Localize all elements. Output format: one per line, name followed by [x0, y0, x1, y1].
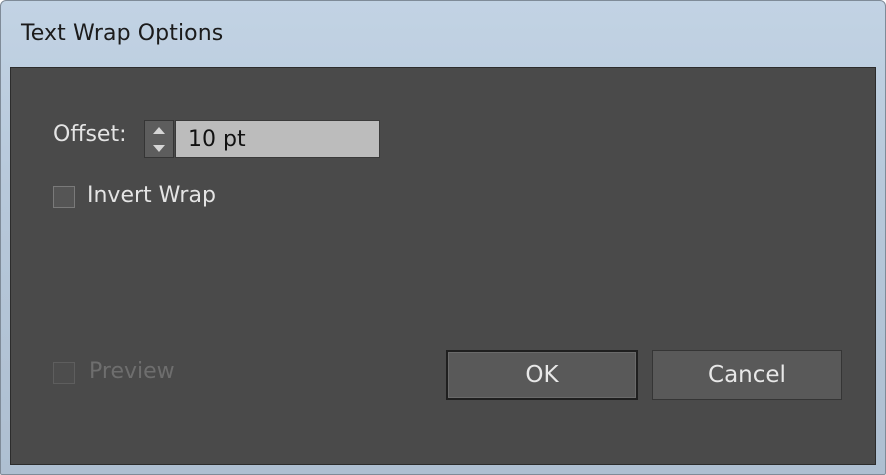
ok-button[interactable]: OK: [446, 350, 638, 400]
spinner-down-button[interactable]: [145, 139, 173, 157]
triangle-down-icon: [153, 145, 165, 152]
offset-input[interactable]: [175, 120, 380, 158]
offset-label: Offset:: [53, 122, 127, 147]
text-wrap-options-dialog: Text Wrap Options Offset: Invert Wrap Pr…: [0, 0, 886, 475]
invert-wrap-checkbox[interactable]: [53, 186, 75, 208]
dialog-title: Text Wrap Options: [21, 21, 224, 46]
preview-checkbox[interactable]: [53, 362, 75, 384]
offset-spinner[interactable]: [144, 120, 174, 158]
preview-label[interactable]: Preview: [89, 359, 175, 384]
invert-wrap-label[interactable]: Invert Wrap: [87, 183, 216, 208]
dialog-content: Offset: Invert Wrap Preview OK Cancel: [10, 67, 876, 465]
triangle-up-icon: [153, 127, 165, 134]
title-bar[interactable]: Text Wrap Options: [1, 1, 885, 67]
cancel-button[interactable]: Cancel: [652, 350, 842, 400]
spinner-up-button[interactable]: [145, 121, 173, 139]
